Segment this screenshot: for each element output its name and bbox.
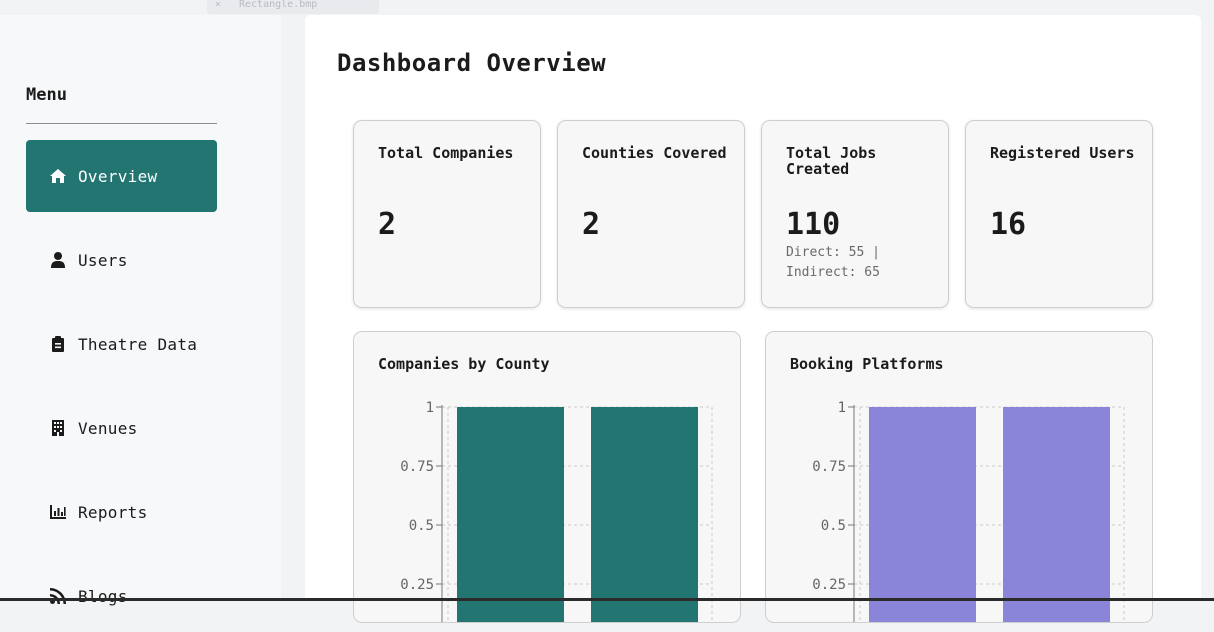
home-icon <box>50 168 66 184</box>
chart-title: Booking Platforms <box>790 355 944 373</box>
user-icon <box>50 252 66 268</box>
chart-title: Companies by County <box>378 355 550 373</box>
stat-card-registered-users: Registered Users 16 <box>965 120 1153 308</box>
bar <box>1003 407 1110 622</box>
stat-card-total-jobs: Total Jobs Created 110 Direct: 55 | Indi… <box>761 120 949 308</box>
y-tick-label: 0.5 <box>409 518 434 534</box>
y-tick-label: 1 <box>426 400 434 416</box>
rss-icon <box>50 588 66 604</box>
booking-platforms-chart: 1 0.75 0.5 0.25 <box>812 400 1125 622</box>
sidebar-item-venues[interactable]: Venues <box>26 392 217 464</box>
menu-divider <box>26 123 217 124</box>
y-tick-label: 0.25 <box>812 577 846 593</box>
sidebar-item-theatre-data[interactable]: Theatre Data <box>26 308 217 380</box>
sidebar-item-reports[interactable]: Reports <box>26 476 217 548</box>
sidebar-item-label: Overview <box>78 166 158 186</box>
stat-label: Registered Users <box>990 144 1135 162</box>
main-content: Dashboard Overview Total Companies 2 Cou… <box>305 15 1201 623</box>
stat-value: 16 <box>990 207 1027 242</box>
sidebar-item-label: Users <box>78 250 128 270</box>
stat-label: Total Jobs Created <box>786 144 877 178</box>
browser-tab[interactable]: × Rectangle.bmp <box>207 0 379 14</box>
chart-card-booking-platforms: 1 0.75 0.5 0.25 Booking Platforms <box>765 331 1153 623</box>
y-tick-label: 1 <box>838 400 846 416</box>
tab-close-icon[interactable]: × <box>215 0 221 10</box>
sidebar-item-label: Blogs <box>78 586 128 606</box>
stat-label: Counties Covered <box>582 144 727 162</box>
sidebar: Menu Overview Users Theatre Data Venues … <box>0 15 281 606</box>
sidebar-item-blogs[interactable]: Blogs <box>26 560 217 632</box>
bar <box>457 407 564 622</box>
y-tick-label: 0.75 <box>400 459 434 475</box>
sidebar-item-label: Venues <box>78 418 138 438</box>
tab-title: Rectangle.bmp <box>239 0 318 10</box>
companies-by-county-chart: 1 0.75 0.5 0.25 <box>400 400 713 622</box>
chart-card-companies-by-county: 1 0.75 0.5 0.25 Companies by County <box>353 331 741 623</box>
stat-breakdown: Direct: 55 | Indirect: 65 <box>786 245 880 280</box>
bar-chart-icon <box>50 504 66 520</box>
building-icon <box>50 420 66 436</box>
stat-value: 2 <box>378 207 397 242</box>
menu-title: Menu <box>26 85 67 105</box>
stat-card-total-companies: Total Companies 2 <box>353 120 541 308</box>
sidebar-item-users[interactable]: Users <box>26 224 217 296</box>
stat-label: Total Companies <box>378 144 514 162</box>
stat-value: 110 <box>786 207 841 242</box>
bar <box>869 407 976 622</box>
y-tick-label: 0.25 <box>400 577 434 593</box>
sidebar-item-label: Theatre Data <box>78 334 198 354</box>
sidebar-item-overview[interactable]: Overview <box>26 140 217 212</box>
stat-card-counties-covered: Counties Covered 2 <box>557 120 745 308</box>
sidebar-item-label: Reports <box>78 502 148 522</box>
y-tick-label: 0.75 <box>812 459 846 475</box>
page-title: Dashboard Overview <box>337 49 607 77</box>
y-tick-label: 0.5 <box>821 518 846 534</box>
stat-value: 2 <box>582 207 601 242</box>
bar <box>591 407 698 622</box>
clipboard-icon <box>50 336 66 352</box>
